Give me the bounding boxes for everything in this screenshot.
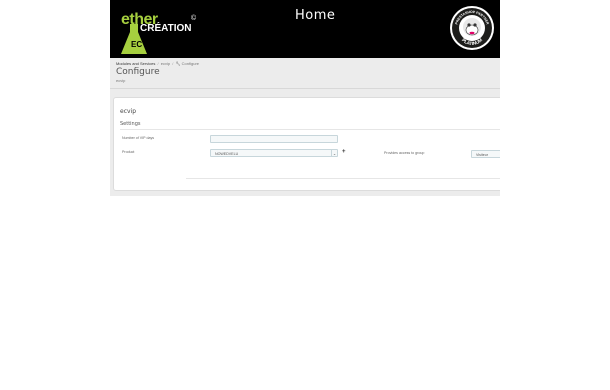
logo-creation-text: CRÉATION xyxy=(140,23,192,34)
group-select[interactable]: Visiteur xyxy=(471,150,500,158)
vip-days-input[interactable] xyxy=(210,135,338,143)
page-subtitle: ecvip xyxy=(116,78,126,83)
header-title: Home xyxy=(295,8,336,23)
header-divider xyxy=(110,88,500,89)
settings-panel: ecvip Settings Number of VIP days Produc… xyxy=(113,97,500,191)
product-select-value: NOWEDVELU xyxy=(215,151,239,156)
logo-copyright: © xyxy=(191,15,197,22)
page-title: Configure xyxy=(116,67,160,77)
vip-days-label: Number of VIP days xyxy=(122,136,155,140)
wrench-icon: 🔧︎ xyxy=(175,61,181,66)
ether-creation-logo[interactable]: ether CRÉATION © EC xyxy=(116,8,200,54)
product-select[interactable]: NOWEDVELU ⌄ xyxy=(210,149,338,157)
logo-ec-text: EC xyxy=(131,40,143,49)
breadcrumb-separator: / xyxy=(157,61,159,66)
breadcrumb-item-ecvip[interactable]: ecvip xyxy=(161,61,170,66)
group-select-value: Visiteur xyxy=(476,152,488,157)
panel-heading: Settings xyxy=(120,121,141,127)
top-header-bar: ether CRÉATION © EC Home PRESTASHOP PART… xyxy=(110,0,500,58)
group-label: Provides access to group xyxy=(384,151,425,155)
chevron-down-icon: ⌄ xyxy=(331,150,337,156)
panel-heading-divider xyxy=(120,129,500,130)
panel-title: ecvip xyxy=(120,108,137,115)
prestashop-platinum-badge-icon: PRESTASHOP PARTNER PLATINUM xyxy=(450,6,494,50)
add-product-button[interactable]: + xyxy=(342,149,346,155)
breadcrumb-item-configure: Configure xyxy=(181,61,199,66)
breadcrumb-item-modules[interactable]: Modules and Services xyxy=(116,61,155,66)
page-frame: ether CRÉATION © EC Home PRESTASHOP PART… xyxy=(110,0,500,196)
panel-footer-divider xyxy=(186,178,500,179)
breadcrumb-separator: / xyxy=(172,61,174,66)
breadcrumb: Modules and Services / ecvip / 🔧︎ Config… xyxy=(116,61,199,66)
product-label: Product xyxy=(122,150,135,154)
